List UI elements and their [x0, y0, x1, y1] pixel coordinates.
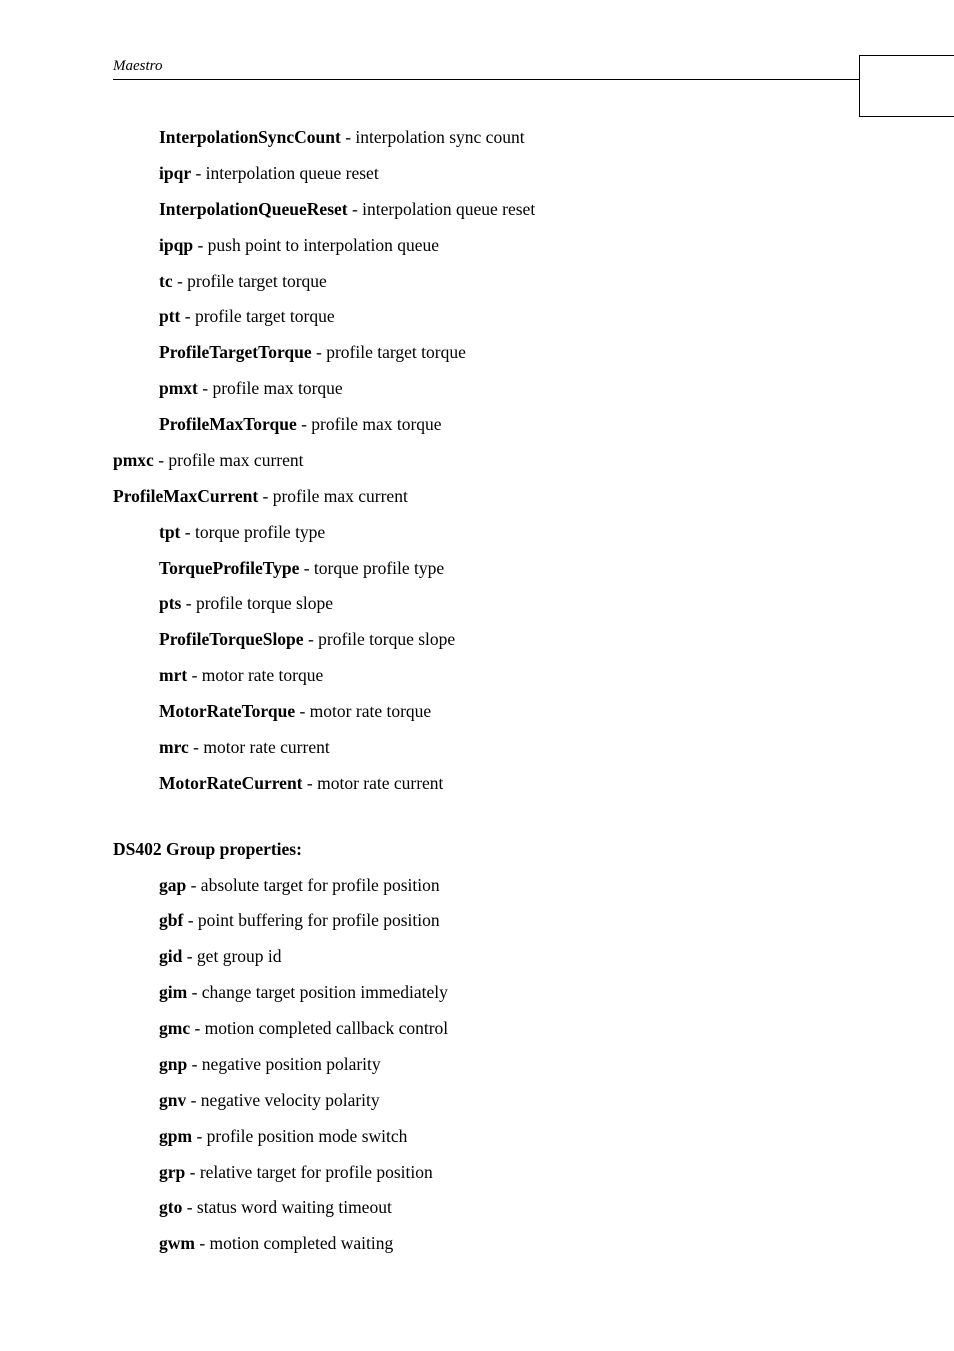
property-row: ProfileTorqueSlope - profile torque slop…: [113, 627, 854, 652]
property-row: mrt - motor rate torque: [113, 663, 854, 688]
property-desc: - profile max torque: [297, 414, 442, 434]
property-term: InterpolationSyncCount: [159, 127, 341, 147]
property-term: gap: [159, 875, 186, 895]
property-term: gid: [159, 946, 182, 966]
property-desc: - profile torque slope: [181, 593, 333, 613]
property-row: gid - get group id: [159, 944, 854, 969]
axis-properties-list: InterpolationSyncCount - interpolation s…: [113, 125, 854, 796]
property-desc: - motor rate torque: [187, 665, 323, 685]
property-term: gwm: [159, 1233, 195, 1253]
property-desc: - get group id: [182, 946, 281, 966]
property-row: tc - profile target torque: [113, 269, 854, 294]
property-desc: - interpolation sync count: [341, 127, 525, 147]
property-row: grp - relative target for profile positi…: [159, 1160, 854, 1185]
property-row: ProfileMaxCurrent - profile max current: [113, 484, 854, 509]
property-row: gwm - motion completed waiting: [159, 1231, 854, 1256]
property-desc: - profile target torque: [173, 271, 327, 291]
property-term: gpm: [159, 1126, 192, 1146]
property-term: mrc: [159, 737, 189, 757]
property-desc: - motion completed callback control: [190, 1018, 448, 1038]
property-desc: - negative velocity polarity: [186, 1090, 379, 1110]
property-term: gbf: [159, 910, 183, 930]
property-desc: - absolute target for profile position: [186, 875, 439, 895]
property-row: gmc - motion completed callback control: [159, 1016, 854, 1041]
property-term: TorqueProfileType: [159, 558, 299, 578]
property-row: MotorRateCurrent - motor rate current: [113, 771, 854, 796]
property-desc: - motor rate current: [189, 737, 330, 757]
header-rule: [113, 79, 894, 80]
property-term: ipqr: [159, 163, 191, 183]
property-row: pts - profile torque slope: [113, 591, 854, 616]
property-term: ProfileTorqueSlope: [159, 629, 304, 649]
property-desc: - push point to interpolation queue: [193, 235, 439, 255]
header-title: Maestro: [113, 58, 894, 75]
property-term: mrt: [159, 665, 187, 685]
property-desc: - point buffering for profile position: [183, 910, 439, 930]
property-desc: - profile max current: [258, 486, 408, 506]
property-row: gbf - point buffering for profile positi…: [159, 908, 854, 933]
property-row: ipqr - interpolation queue reset: [113, 161, 854, 186]
property-desc: - motion completed waiting: [195, 1233, 393, 1253]
property-row: InterpolationSyncCount - interpolation s…: [113, 125, 854, 150]
property-term: gto: [159, 1197, 182, 1217]
property-desc: - profile max current: [154, 450, 304, 470]
property-desc: - profile torque slope: [304, 629, 456, 649]
property-desc: - torque profile type: [299, 558, 444, 578]
property-desc: - relative target for profile position: [185, 1162, 433, 1182]
property-row: gnp - negative position polarity: [159, 1052, 854, 1077]
property-desc: - status word waiting timeout: [182, 1197, 392, 1217]
page-header: Maestro: [113, 58, 894, 80]
property-row: ipqp - push point to interpolation queue: [113, 233, 854, 258]
property-term: gim: [159, 982, 187, 1002]
property-row: pmxt - profile max torque: [113, 376, 854, 401]
property-term: ptt: [159, 306, 180, 326]
property-term: grp: [159, 1162, 185, 1182]
property-desc: - negative position polarity: [187, 1054, 380, 1074]
property-term: gnp: [159, 1054, 187, 1074]
property-row: gpm - profile position mode switch: [159, 1124, 854, 1149]
property-term: gnv: [159, 1090, 186, 1110]
property-row: ProfileMaxTorque - profile max torque: [113, 412, 854, 437]
property-term: MotorRateTorque: [159, 701, 295, 721]
property-term: ProfileMaxCurrent: [113, 486, 258, 506]
property-term: InterpolationQueueReset: [159, 199, 348, 219]
property-row: gim - change target position immediately: [159, 980, 854, 1005]
page-number-box: [859, 55, 954, 117]
group-properties-heading: DS402 Group properties:: [113, 837, 854, 862]
page-content: InterpolationSyncCount - interpolation s…: [113, 125, 854, 1267]
property-desc: - profile target torque: [312, 342, 466, 362]
property-term: MotorRateCurrent: [159, 773, 303, 793]
property-term: tc: [159, 271, 173, 291]
property-row: mrc - motor rate current: [113, 735, 854, 760]
property-row: MotorRateTorque - motor rate torque: [113, 699, 854, 724]
property-desc: - change target position immediately: [187, 982, 448, 1002]
property-term: pmxc: [113, 450, 154, 470]
property-row: InterpolationQueueReset - interpolation …: [113, 197, 854, 222]
property-row: TorqueProfileType - torque profile type: [113, 556, 854, 581]
property-row: ptt - profile target torque: [113, 304, 854, 329]
property-desc: - profile position mode switch: [192, 1126, 407, 1146]
property-desc: - motor rate torque: [295, 701, 431, 721]
property-term: pmxt: [159, 378, 198, 398]
property-desc: - motor rate current: [303, 773, 444, 793]
property-desc: - interpolation queue reset: [348, 199, 536, 219]
property-row: gnv - negative velocity polarity: [159, 1088, 854, 1113]
property-term: gmc: [159, 1018, 190, 1038]
property-row: pmxc - profile max current: [113, 448, 854, 473]
property-term: ProfileMaxTorque: [159, 414, 297, 434]
property-desc: - torque profile type: [180, 522, 325, 542]
property-row: gto - status word waiting timeout: [159, 1195, 854, 1220]
property-term: tpt: [159, 522, 180, 542]
property-row: gap - absolute target for profile positi…: [159, 873, 854, 898]
property-desc: - profile target torque: [180, 306, 334, 326]
property-row: tpt - torque profile type: [113, 520, 854, 545]
property-term: pts: [159, 593, 181, 613]
property-term: ProfileTargetTorque: [159, 342, 312, 362]
group-properties-list: gap - absolute target for profile positi…: [113, 873, 854, 1257]
property-row: ProfileTargetTorque - profile target tor…: [113, 340, 854, 365]
property-desc: - profile max torque: [198, 378, 343, 398]
property-term: ipqp: [159, 235, 193, 255]
property-desc: - interpolation queue reset: [191, 163, 379, 183]
